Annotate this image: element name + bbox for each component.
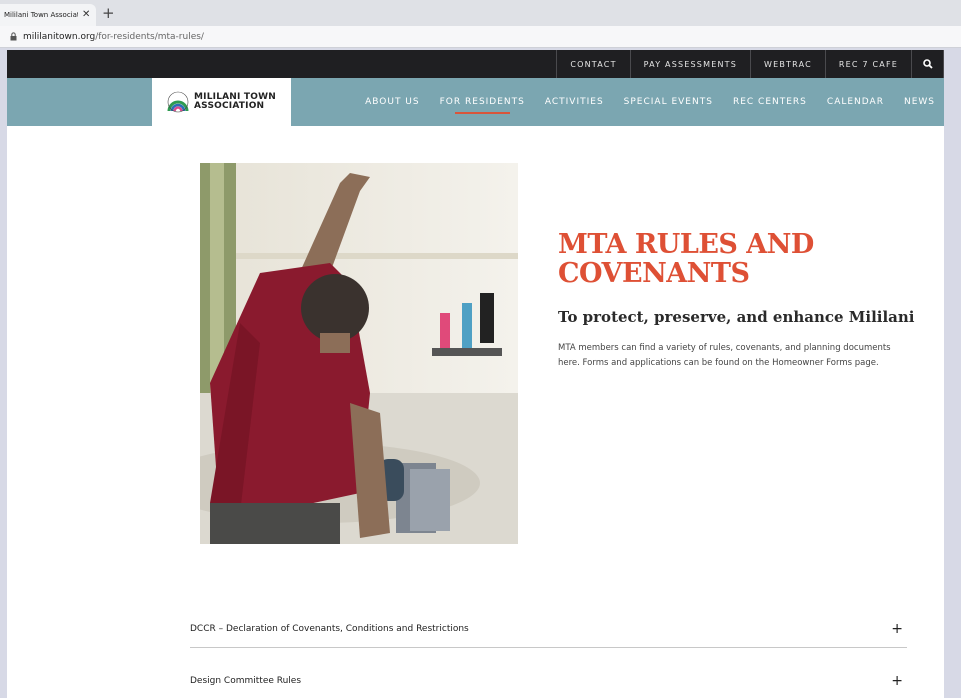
browser-tab-bar: Mililani Town Associati ✕ + bbox=[0, 0, 961, 26]
nav-news[interactable]: NEWS bbox=[904, 78, 935, 126]
topbar-rec7-cafe-link[interactable]: REC 7 CAFE bbox=[824, 50, 911, 78]
url-host: mililanitown.org bbox=[23, 31, 96, 42]
nav-about-us[interactable]: ABOUT US bbox=[365, 78, 420, 126]
page-subtitle: To protect, preserve, and enhance Milila… bbox=[558, 308, 915, 326]
site-logo[interactable]: MILILANI TOWN ASSOCIATION bbox=[152, 78, 291, 126]
new-tab-icon[interactable]: + bbox=[102, 6, 115, 21]
nav-rec-centers[interactable]: REC CENTERS bbox=[733, 78, 807, 126]
nav-list: ABOUT US FOR RESIDENTS ACTIVITIES SPECIA… bbox=[345, 78, 935, 126]
rules-accordion: DCCR – Declaration of Covenants, Conditi… bbox=[190, 610, 907, 698]
nav-for-residents[interactable]: FOR RESIDENTS bbox=[440, 78, 525, 126]
search-icon bbox=[922, 59, 933, 69]
utility-bar: CONTACT PAY ASSESSMENTS WEBTRAC REC 7 CA… bbox=[7, 50, 944, 78]
close-tab-icon[interactable]: ✕ bbox=[82, 10, 90, 20]
accordion-item-label: DCCR – Declaration of Covenants, Conditi… bbox=[190, 623, 469, 634]
website: CONTACT PAY ASSESSMENTS WEBTRAC REC 7 CA… bbox=[7, 50, 944, 698]
url-path: /for-residents/mta-rules/ bbox=[95, 31, 204, 42]
accordion-item-label: Design Committee Rules bbox=[190, 676, 302, 686]
hero-photo bbox=[200, 163, 518, 544]
accordion-item-design-committee[interactable]: Design Committee Rules + bbox=[190, 662, 907, 698]
browser-tab[interactable]: Mililani Town Associati ✕ bbox=[0, 4, 96, 26]
accordion-item-dccr[interactable]: DCCR – Declaration of Covenants, Conditi… bbox=[190, 610, 907, 648]
search-button[interactable] bbox=[911, 50, 944, 78]
logo-text: MILILANI TOWN ASSOCIATION bbox=[194, 93, 276, 111]
main-navigation: MILILANI TOWN ASSOCIATION ABOUT US FOR R… bbox=[7, 78, 944, 126]
browser-tab-title: Mililani Town Associati bbox=[4, 11, 78, 19]
page-title: MTA RULES AND COVENANTS bbox=[558, 230, 888, 288]
plus-icon[interactable]: + bbox=[891, 621, 903, 637]
nav-activities[interactable]: ACTIVITIES bbox=[545, 78, 604, 126]
page-intro-text: MTA members can find a variety of rules,… bbox=[558, 343, 891, 368]
topbar-pay-assessments-link[interactable]: PAY ASSESSMENTS bbox=[629, 50, 750, 78]
plus-icon[interactable]: + bbox=[891, 673, 903, 689]
rainbow-logo-icon bbox=[167, 91, 189, 113]
nav-calendar[interactable]: CALENDAR bbox=[827, 78, 884, 126]
page-title-line-2: COVENANTS bbox=[558, 258, 750, 289]
lock-icon bbox=[10, 32, 17, 41]
topbar-contact-link[interactable]: CONTACT bbox=[556, 50, 629, 78]
address-bar[interactable]: mililanitown.org /for-residents/mta-rule… bbox=[0, 26, 961, 48]
page-title-line-1: MTA RULES AND bbox=[558, 229, 814, 260]
nav-special-events[interactable]: SPECIAL EVENTS bbox=[624, 78, 713, 126]
logo-line-2: ASSOCIATION bbox=[194, 101, 265, 111]
topbar-webtrac-link[interactable]: WEBTRAC bbox=[750, 50, 825, 78]
